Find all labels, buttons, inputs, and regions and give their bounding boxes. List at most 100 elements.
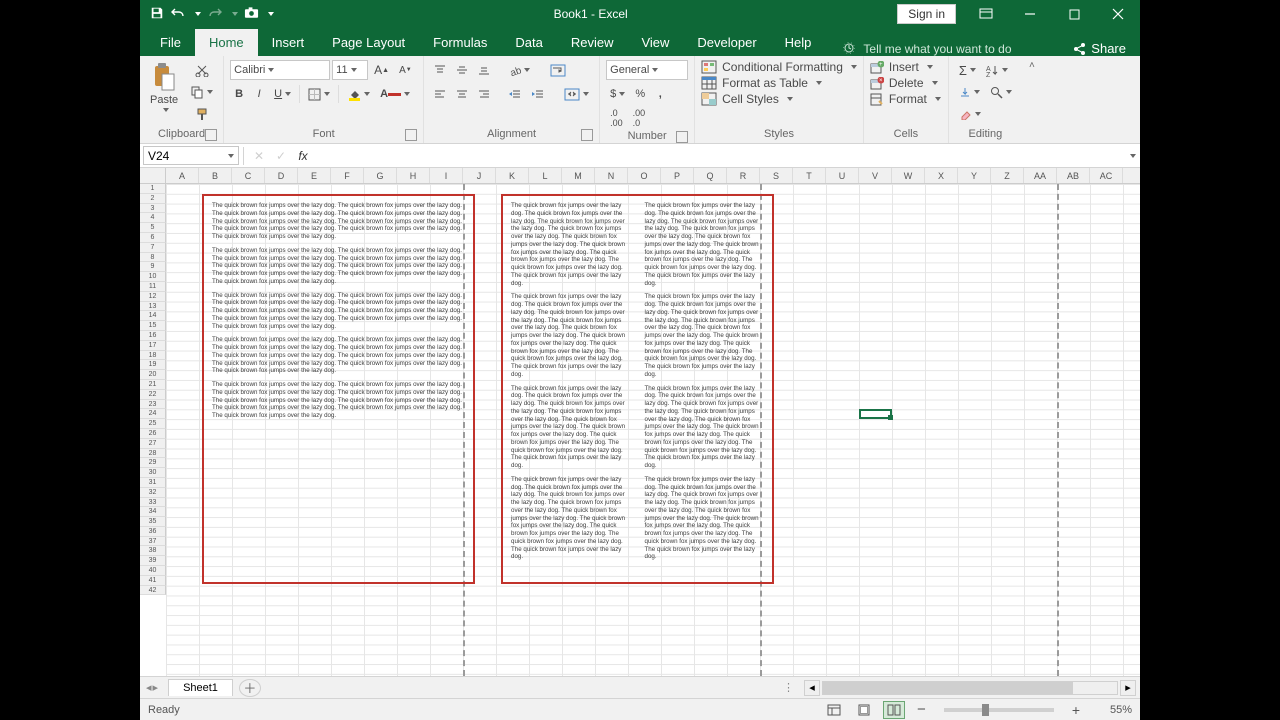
zoom-in-button[interactable]: + xyxy=(1068,702,1084,718)
tab-page-layout[interactable]: Page Layout xyxy=(318,29,419,56)
row-header[interactable]: 6 xyxy=(140,233,166,243)
increase-indent-button[interactable] xyxy=(527,84,548,104)
row-header[interactable]: 42 xyxy=(140,586,166,596)
formula-bar-input[interactable] xyxy=(314,146,1122,165)
align-bottom-button[interactable] xyxy=(474,60,494,80)
column-header[interactable]: K xyxy=(496,168,529,183)
row-header[interactable]: 10 xyxy=(140,272,166,282)
format-as-table-button[interactable]: Format as Table xyxy=(701,76,857,90)
tab-formulas[interactable]: Formulas xyxy=(419,29,501,56)
row-header[interactable]: 37 xyxy=(140,537,166,547)
row-header[interactable]: 19 xyxy=(140,360,166,370)
row-header[interactable]: 38 xyxy=(140,546,166,556)
collapse-ribbon-icon[interactable]: ˄ xyxy=(1029,60,1035,71)
column-header[interactable]: X xyxy=(925,168,958,183)
column-header[interactable]: V xyxy=(859,168,892,183)
column-header[interactable]: I xyxy=(430,168,463,183)
number-format-combo[interactable]: General xyxy=(606,60,688,80)
minimize-button[interactable] xyxy=(1008,0,1052,28)
increase-decimal-button[interactable]: .0.00 xyxy=(606,108,627,128)
row-header[interactable]: 1 xyxy=(140,184,166,194)
font-size-combo[interactable]: 11 xyxy=(332,60,368,80)
align-middle-button[interactable] xyxy=(452,60,472,80)
row-header[interactable]: 33 xyxy=(140,498,166,508)
camera-icon[interactable] xyxy=(244,7,259,22)
tab-data[interactable]: Data xyxy=(501,29,556,56)
row-header[interactable]: 31 xyxy=(140,478,166,488)
row-header[interactable]: 35 xyxy=(140,517,166,527)
borders-button[interactable] xyxy=(304,84,334,104)
column-header[interactable]: M xyxy=(562,168,595,183)
row-header[interactable]: 14 xyxy=(140,311,166,321)
italic-button[interactable]: I xyxy=(250,84,268,104)
row-header[interactable]: 13 xyxy=(140,302,166,312)
cut-button[interactable] xyxy=(186,60,217,80)
column-header[interactable]: B xyxy=(199,168,232,183)
paste-button[interactable]: Paste xyxy=(146,60,182,114)
column-header[interactable]: Y xyxy=(958,168,991,183)
tab-review[interactable]: Review xyxy=(557,29,628,56)
row-header[interactable]: 24 xyxy=(140,409,166,419)
column-header[interactable]: R xyxy=(727,168,760,183)
copy-button[interactable] xyxy=(186,82,217,102)
paste-dropdown[interactable] xyxy=(163,108,169,112)
row-header[interactable]: 11 xyxy=(140,282,166,292)
select-all-corner[interactable] xyxy=(140,168,166,183)
worksheet-area[interactable]: ABCDEFGHIJKLMNOPQRSTUVWXYZAAABAC 1234567… xyxy=(140,168,1140,676)
column-header[interactable]: L xyxy=(529,168,562,183)
active-cell[interactable] xyxy=(859,409,892,419)
close-button[interactable] xyxy=(1096,0,1140,28)
underline-button[interactable]: U xyxy=(270,84,295,104)
redo-icon[interactable] xyxy=(207,6,223,23)
row-header[interactable]: 17 xyxy=(140,341,166,351)
align-center-button[interactable] xyxy=(452,84,472,104)
scroll-left-button[interactable]: ◂ xyxy=(804,680,820,696)
page-layout-view-button[interactable] xyxy=(853,701,875,719)
textbox-1[interactable]: The quick brown fox jumps over the lazy … xyxy=(202,194,475,584)
tab-insert[interactable]: Insert xyxy=(258,29,319,56)
column-header[interactable]: W xyxy=(892,168,925,183)
column-header[interactable]: H xyxy=(397,168,430,183)
find-select-button[interactable] xyxy=(986,82,1016,102)
column-header[interactable]: D xyxy=(265,168,298,183)
column-header[interactable]: F xyxy=(331,168,364,183)
row-header[interactable]: 41 xyxy=(140,576,166,586)
row-header[interactable]: 12 xyxy=(140,292,166,302)
row-headers[interactable]: 1234567891011121314151617181920212223242… xyxy=(140,184,166,595)
fill-button[interactable] xyxy=(955,82,984,102)
cancel-formula-icon[interactable]: ✕ xyxy=(248,149,270,163)
maximize-button[interactable] xyxy=(1052,0,1096,28)
tab-view[interactable]: View xyxy=(627,29,683,56)
column-header[interactable]: S xyxy=(760,168,793,183)
font-launcher[interactable] xyxy=(405,129,417,141)
number-launcher[interactable] xyxy=(676,131,688,143)
row-header[interactable]: 36 xyxy=(140,527,166,537)
clipboard-launcher[interactable] xyxy=(205,129,217,141)
ribbon-display-options[interactable] xyxy=(964,0,1008,28)
row-header[interactable]: 5 xyxy=(140,223,166,233)
comma-format-button[interactable]: , xyxy=(651,84,669,104)
tab-scroll-left[interactable]: ◂ xyxy=(146,681,152,694)
row-header[interactable]: 4 xyxy=(140,213,166,223)
sort-filter-button[interactable]: AZ xyxy=(982,60,1012,80)
sheet-tab-sheet1[interactable]: Sheet1 xyxy=(168,679,233,696)
conditional-formatting-button[interactable]: Conditional Formatting xyxy=(701,60,857,74)
row-header[interactable]: 25 xyxy=(140,419,166,429)
column-header[interactable]: P xyxy=(661,168,694,183)
autosum-button[interactable]: Σ xyxy=(955,60,980,80)
column-header[interactable]: Q xyxy=(694,168,727,183)
zoom-level[interactable]: 55% xyxy=(1092,704,1132,716)
tab-help[interactable]: Help xyxy=(771,29,826,56)
font-color-button[interactable]: A xyxy=(376,84,414,104)
bold-button[interactable]: B xyxy=(230,84,248,104)
wrap-text-button[interactable] xyxy=(546,60,570,80)
column-header[interactable]: E xyxy=(298,168,331,183)
share-button[interactable]: Share xyxy=(1059,41,1140,56)
row-header[interactable]: 9 xyxy=(140,262,166,272)
fill-color-button[interactable] xyxy=(343,84,374,104)
decrease-indent-button[interactable] xyxy=(504,84,525,104)
textbox-2[interactable]: The quick brown fox jumps over the lazy … xyxy=(501,194,774,584)
row-header[interactable]: 15 xyxy=(140,321,166,331)
row-header[interactable]: 34 xyxy=(140,507,166,517)
row-header[interactable]: 22 xyxy=(140,390,166,400)
